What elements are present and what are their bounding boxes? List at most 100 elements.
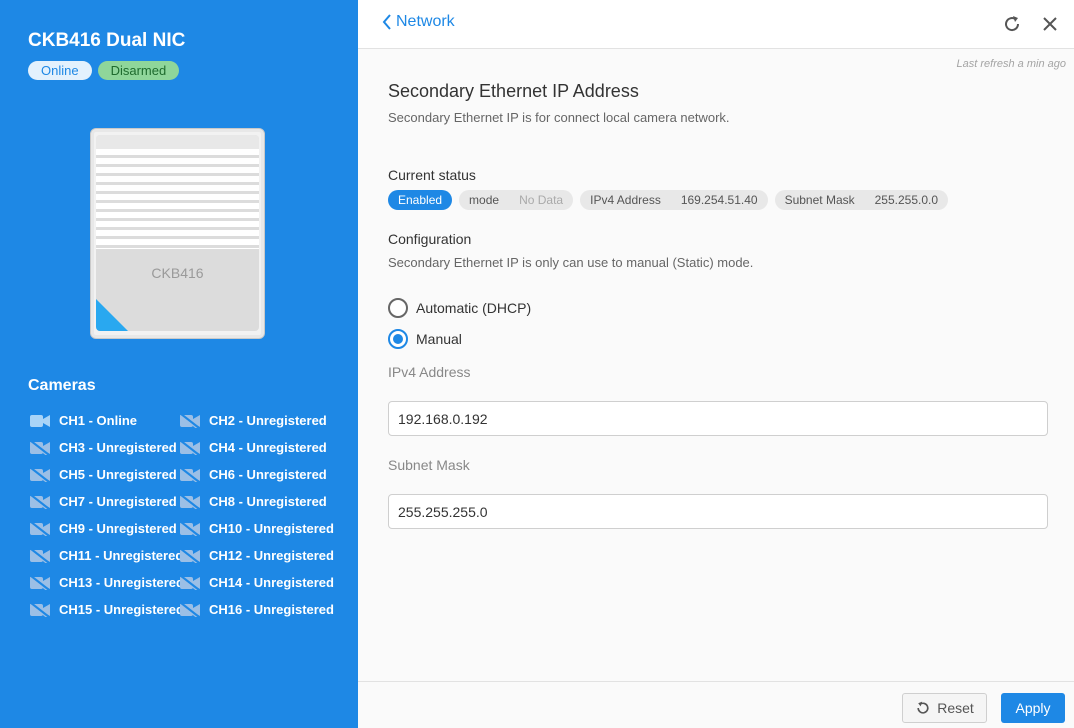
disarmed-badge: Disarmed [97, 61, 180, 80]
cameras-title: Cameras [28, 377, 96, 394]
camera-item-ch8[interactable]: CH8 - Unregistered [179, 491, 350, 512]
mode-chip: mode No Data [459, 190, 574, 210]
camera-item-label: CH2 - Unregistered [209, 413, 327, 428]
camera-item-ch6[interactable]: CH6 - Unregistered [179, 464, 350, 485]
camera-item-label: CH9 - Unregistered [59, 521, 177, 536]
apply-button[interactable]: Apply [1001, 693, 1065, 723]
ipv4-address-input[interactable] [388, 401, 1048, 436]
camera-item-ch13[interactable]: CH13 - Unregistered [29, 572, 184, 593]
manual-radio-label: Manual [416, 331, 462, 347]
ipv4-field-label: IPv4 Address [388, 364, 471, 380]
dhcp-radio[interactable] [388, 298, 408, 318]
configuration-label: Configuration [388, 231, 472, 247]
section-description: Secondary Ethernet IP is for connect loc… [388, 110, 730, 125]
device-image: CKB416 [90, 128, 265, 339]
device-title: CKB416 Dual NIC [28, 30, 186, 51]
camera-item-label: CH11 - Unregistered [59, 548, 184, 563]
camera-item-label: CH12 - Unregistered [209, 548, 334, 563]
camera-off-icon [179, 412, 200, 430]
camera-item-ch5[interactable]: CH5 - Unregistered [29, 464, 180, 485]
camera-off-icon [179, 439, 200, 457]
camera-item-label: CH6 - Unregistered [209, 467, 327, 482]
reset-button-label: Reset [937, 700, 974, 716]
camera-item-ch4[interactable]: CH4 - Unregistered [179, 437, 350, 458]
camera-online-icon [30, 414, 50, 428]
enabled-chip-text: Enabled [398, 193, 443, 207]
enabled-chip: Enabled [388, 190, 453, 210]
ipv4-chip-key: IPv4 Address [590, 193, 661, 207]
manual-radio-option[interactable]: Manual [388, 329, 462, 349]
dhcp-radio-option[interactable]: Automatic (DHCP) [388, 298, 531, 318]
camera-item-ch15[interactable]: CH15 - Unregistered [29, 599, 184, 620]
back-link-label: Network [396, 13, 455, 30]
camera-item-label: CH14 - Unregistered [209, 575, 334, 590]
camera-off-icon [179, 520, 200, 538]
device-sidebar: CKB416 Dual NIC Online Disarmed CKB416 C… [0, 0, 358, 728]
panel-header: Network [358, 0, 1074, 49]
camera-off-icon [29, 520, 50, 538]
camera-item-label: CH8 - Unregistered [209, 494, 327, 509]
camera-item-label: CH4 - Unregistered [209, 440, 327, 455]
chevron-left-icon [382, 14, 391, 30]
camera-item-label: CH3 - Unregistered [59, 440, 177, 455]
camera-item-label: CH7 - Unregistered [59, 494, 177, 509]
camera-off-icon [29, 601, 50, 619]
camera-item-label: CH13 - Unregistered [59, 575, 184, 590]
camera-item-ch9[interactable]: CH9 - Unregistered [29, 518, 180, 539]
camera-item-label: CH10 - Unregistered [209, 521, 334, 536]
camera-off-icon [179, 493, 200, 511]
device-body: CKB416 [96, 135, 259, 331]
mode-chip-key: mode [469, 193, 500, 207]
refresh-button[interactable] [1001, 13, 1023, 35]
camera-item-ch16[interactable]: CH16 - Unregistered [179, 599, 350, 620]
camera-list: CH1 - Online CH2 - Unregistered CH3 - Unre… [29, 410, 350, 620]
camera-item-label: CH15 - Unregistered [59, 602, 184, 617]
camera-item-ch3[interactable]: CH3 - Unregistered [29, 437, 180, 458]
ipv4-chip-value: 169.254.51.40 [680, 193, 758, 207]
dhcp-radio-label: Automatic (DHCP) [416, 300, 532, 316]
camera-item-label: CH16 - Unregistered [209, 602, 334, 617]
subnet-mask-field-label: Subnet Mask [388, 457, 470, 473]
ipv4-chip: IPv4 Address 169.254.51.40 [580, 190, 768, 210]
camera-off-icon [179, 466, 200, 484]
device-image-label: CKB416 [151, 265, 204, 281]
camera-off-icon [29, 547, 50, 565]
subnet-mask-chip-key: Subnet Mask [784, 193, 855, 207]
current-status-chips: Enabled mode No Data IPv4 Address 169.25… [388, 190, 949, 210]
online-badge: Online [28, 61, 92, 80]
camera-item-ch2[interactable]: CH2 - Unregistered [179, 410, 350, 431]
reset-icon [917, 701, 929, 714]
camera-off-icon [29, 493, 50, 511]
camera-off-icon [179, 601, 200, 619]
panel-footer: Reset Apply [358, 681, 1074, 728]
last-refresh-text: Last refresh a min ago [956, 58, 1066, 70]
subnet-mask-input[interactable] [388, 494, 1048, 529]
manual-radio[interactable] [388, 329, 408, 349]
subnet-mask-chip-value: 255.255.0.0 [874, 193, 939, 207]
reset-button[interactable]: Reset [902, 693, 987, 723]
refresh-icon [1005, 16, 1020, 32]
network-settings-panel: Network Last refresh a min ago Secondary… [358, 0, 1074, 728]
camera-item-ch7[interactable]: CH7 - Unregistered [29, 491, 180, 512]
camera-item-ch10[interactable]: CH10 - Unregistered [179, 518, 350, 539]
camera-off-icon [29, 574, 50, 592]
configuration-description: Secondary Ethernet IP is only can use to… [388, 255, 754, 270]
device-corner-accent [96, 299, 128, 331]
camera-item-ch12[interactable]: CH12 - Unregistered [179, 545, 350, 566]
device-vent-stripes [96, 149, 259, 249]
camera-off-icon [29, 439, 50, 457]
camera-item-ch11[interactable]: CH11 - Unregistered [29, 545, 184, 566]
mode-chip-value: No Data [519, 193, 564, 207]
back-to-network-link[interactable]: Network [382, 13, 455, 31]
section-title: Secondary Ethernet IP Address [388, 81, 639, 101]
camera-item-label: CH1 - Online [59, 413, 138, 428]
device-top-band [96, 135, 259, 149]
device-badges: Online Disarmed [28, 61, 180, 80]
subnet-mask-chip: Subnet Mask 255.255.0.0 [774, 190, 949, 210]
camera-item-ch1[interactable]: CH1 - Online [30, 410, 180, 431]
camera-off-icon [179, 547, 200, 565]
camera-item-label: CH5 - Unregistered [59, 467, 177, 482]
camera-item-ch14[interactable]: CH14 - Unregistered [179, 572, 350, 593]
close-button[interactable] [1039, 13, 1061, 35]
close-icon [1043, 17, 1057, 31]
